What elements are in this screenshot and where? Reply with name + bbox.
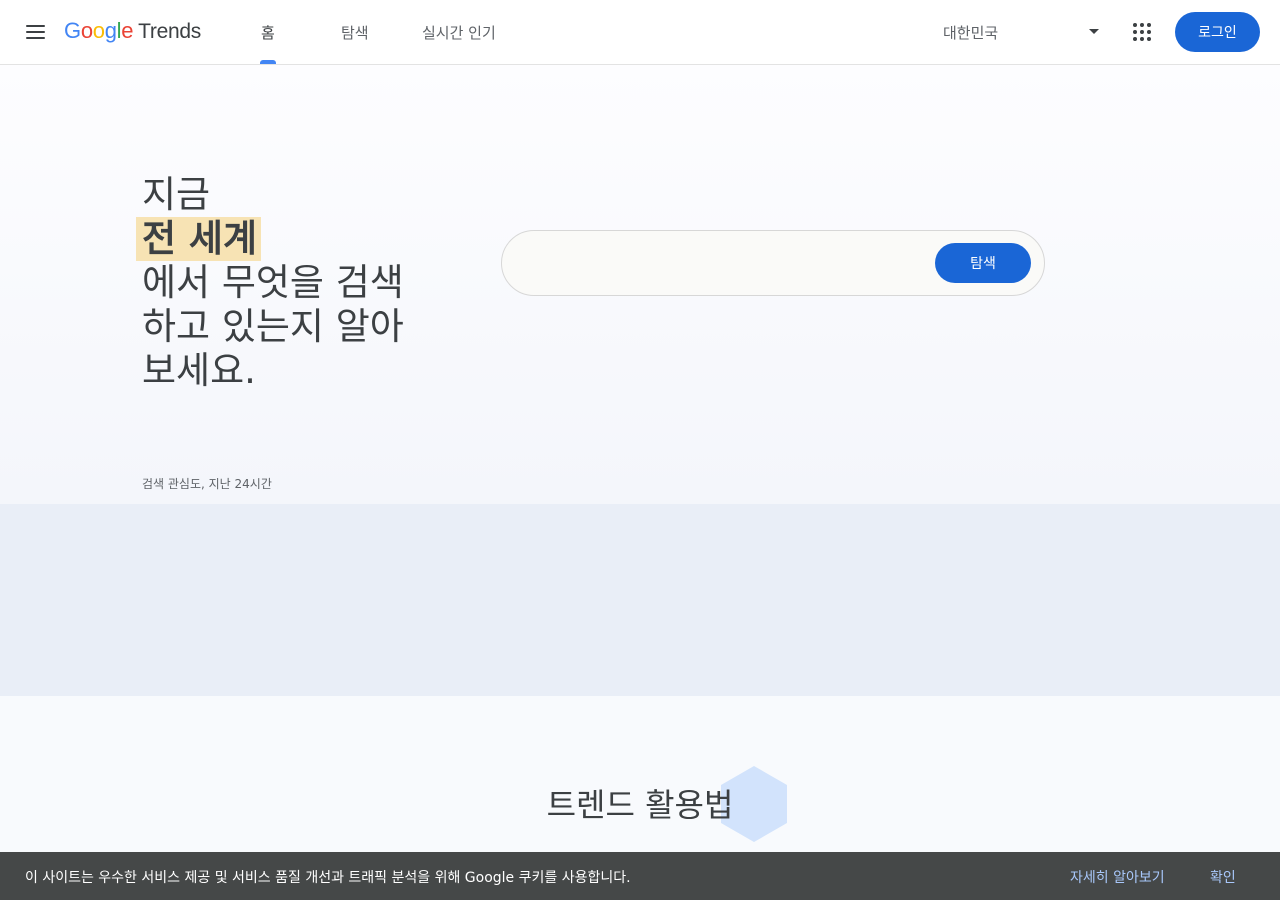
search-box: 탐색 xyxy=(501,230,1045,296)
country-select[interactable]: 대한민국 xyxy=(943,16,1105,48)
logo-letter: e xyxy=(121,18,134,43)
explore-button[interactable]: 탐색 xyxy=(935,243,1031,283)
dropdown-arrow-icon xyxy=(1089,29,1099,34)
google-trends-logo[interactable]: Google Trends xyxy=(64,18,201,46)
tab-home[interactable]: 홈 xyxy=(259,0,276,64)
menu-icon[interactable] xyxy=(22,18,50,46)
hero-title-line: 에서 무엇을 검색 xyxy=(142,261,404,304)
logo-letter: o xyxy=(92,18,105,43)
tab-label: 탐색 xyxy=(341,23,369,42)
search-interest-caption: 검색 관심도, 지난 24시간 xyxy=(142,477,272,491)
active-tab-indicator xyxy=(259,60,276,64)
logo-letter: G xyxy=(64,18,81,43)
tab-explore[interactable]: 탐색 xyxy=(341,0,369,64)
hero-title-line: 지금 xyxy=(142,173,211,216)
tab-label: 홈 xyxy=(261,23,275,42)
google-wordmark: Google xyxy=(64,18,133,44)
logo-product-name: Trends xyxy=(138,20,201,43)
hero-title: 지금 전 세계 에서 무엇을 검색 하고 있는지 알아 보세요. xyxy=(136,173,442,393)
cookie-notice-text: 이 사이트는 우수한 서비스 제공 및 서비스 품질 개선과 트래픽 분석을 위… xyxy=(25,870,631,886)
country-value: 대한민국 xyxy=(943,23,999,42)
top-app-bar: Google Trends 홈 탐색 실시간 인기 대한민국 로그인 xyxy=(0,0,1280,65)
hero-title-line: 하고 있는지 알아 xyxy=(142,305,404,348)
learn-more-link[interactable]: 자세히 알아보기 xyxy=(1070,867,1165,887)
section-title: 트렌드 활용법 xyxy=(546,786,734,824)
hero-title-highlight: 전 세계 xyxy=(136,217,262,261)
trending-band xyxy=(0,504,1280,696)
tab-label: 실시간 인기 xyxy=(422,23,496,42)
hero-title-line: 보세요. xyxy=(142,349,256,392)
logo-letter: o xyxy=(80,18,93,43)
logo-letter: g xyxy=(104,18,117,43)
cookie-confirm-button[interactable]: 확인 xyxy=(1210,867,1236,887)
cookie-consent-bar: 이 사이트는 우수한 서비스 제공 및 서비스 품질 개선과 트래픽 분석을 위… xyxy=(0,852,1280,900)
search-input[interactable] xyxy=(526,247,926,279)
hero-section: 지금 전 세계 에서 무엇을 검색 하고 있는지 알아 보세요. 탐색 검색 관… xyxy=(0,65,1280,504)
login-button[interactable]: 로그인 xyxy=(1175,12,1260,52)
tab-trending-now[interactable]: 실시간 인기 xyxy=(422,0,496,64)
google-apps-icon[interactable] xyxy=(1131,21,1155,45)
hero-title-line: 전 세계 xyxy=(136,217,442,261)
